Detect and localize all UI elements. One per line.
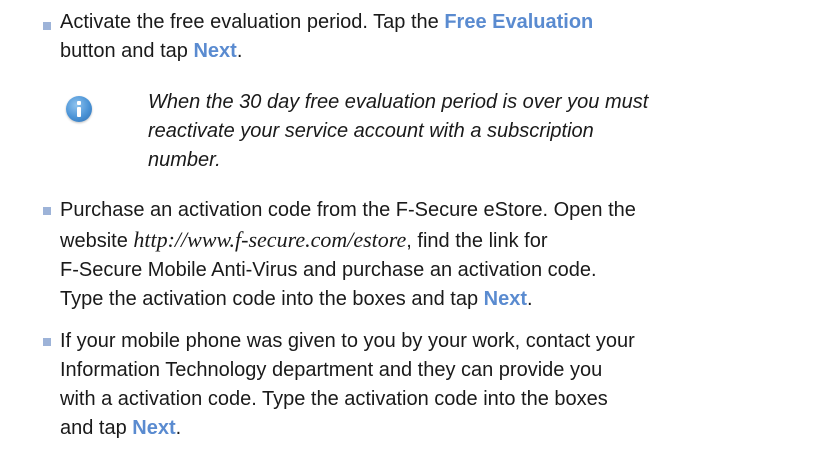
text-line: button and tap Next. [60, 40, 243, 62]
bullet-marker [43, 22, 51, 30]
text-line: number. [148, 149, 221, 171]
text-line: Type the activation code into the boxes … [60, 288, 533, 310]
text-line: website http://www.f-secure.com/estore, … [60, 227, 548, 252]
info-icon [66, 96, 92, 122]
note-text: When the 30 day free evaluation period i… [148, 88, 808, 175]
text-line: reactivate your service account with a s… [148, 120, 594, 142]
bullet-marker [43, 338, 51, 346]
list-item-text: Purchase an activation code from the F-S… [60, 196, 795, 314]
text-line: If your mobile phone was given to you by… [60, 330, 635, 352]
next-label: Next [483, 288, 527, 310]
document-page: Activate the free evaluation period. Tap… [0, 0, 827, 461]
text-line: and tap Next. [60, 417, 182, 439]
free-evaluation-label: Free Evaluation [444, 11, 594, 33]
text-line: F-Secure Mobile Anti-Virus and purchase … [60, 259, 597, 281]
next-label: Next [132, 417, 176, 439]
text-line: Activate the free evaluation period. Tap… [60, 11, 594, 33]
next-label: Next [193, 40, 237, 62]
text-line: with a activation code. Type the activat… [60, 388, 608, 410]
list-item-text: If your mobile phone was given to you by… [60, 327, 795, 443]
text-line: Purchase an activation code from the F-S… [60, 199, 636, 221]
bullet-marker [43, 207, 51, 215]
text-line: Information Technology department and th… [60, 359, 603, 381]
text-line: When the 30 day free evaluation period i… [148, 91, 649, 113]
list-item-text: Activate the free evaluation period. Tap… [60, 8, 795, 66]
info-note: When the 30 day free evaluation period i… [60, 88, 810, 180]
estore-url-link[interactable]: http://www.f-secure.com/estore [133, 227, 406, 252]
